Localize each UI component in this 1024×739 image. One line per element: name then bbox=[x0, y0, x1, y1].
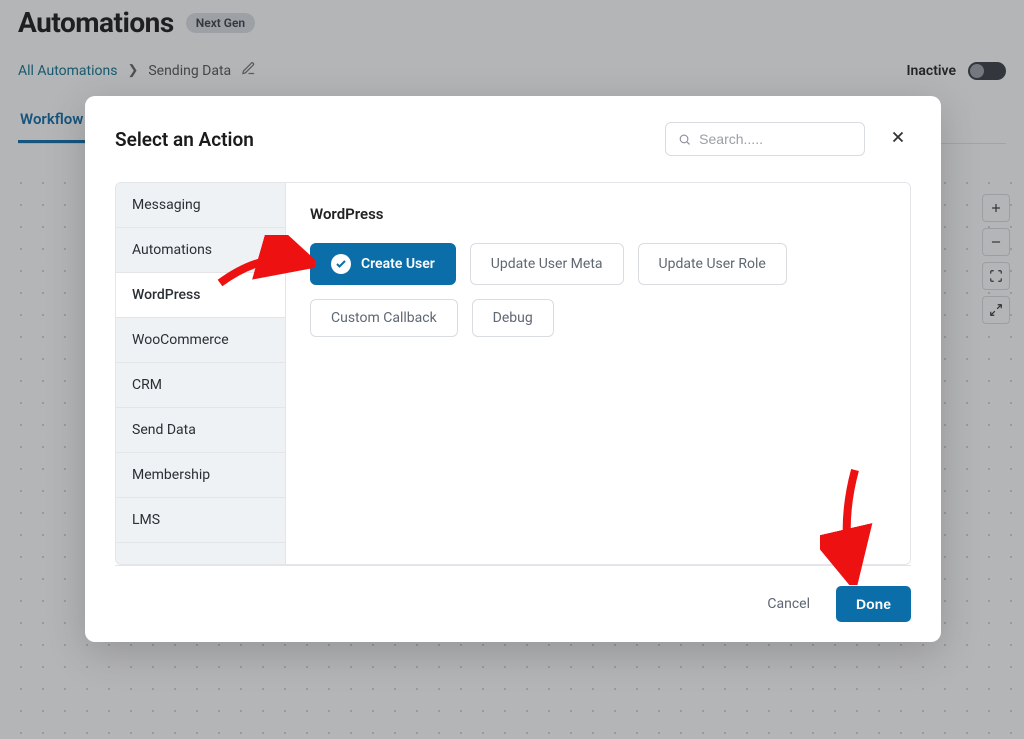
close-button[interactable] bbox=[885, 124, 911, 154]
select-action-modal: Select an Action MessagingAutomationsWor… bbox=[85, 96, 941, 642]
category-item[interactable]: Membership bbox=[116, 453, 285, 498]
action-option[interactable]: Update User Role bbox=[638, 243, 787, 285]
category-item[interactable]: Messaging bbox=[116, 183, 285, 228]
search-input-wrapper[interactable] bbox=[665, 122, 865, 156]
action-option[interactable]: Debug bbox=[472, 299, 554, 337]
done-button[interactable]: Done bbox=[836, 586, 911, 622]
category-item[interactable]: WooCommerce bbox=[116, 318, 285, 363]
close-icon bbox=[889, 128, 907, 146]
check-icon bbox=[331, 254, 351, 274]
category-item[interactable]: WordPress bbox=[116, 273, 285, 318]
action-option-label: Create User bbox=[361, 256, 435, 272]
action-option[interactable]: Update User Meta bbox=[470, 243, 624, 285]
category-list: MessagingAutomationsWordPressWooCommerce… bbox=[116, 183, 286, 564]
category-item[interactable]: LMS bbox=[116, 498, 285, 543]
action-option-label: Debug bbox=[493, 310, 533, 326]
action-option[interactable]: Create User bbox=[310, 243, 456, 285]
category-item[interactable]: Send Data bbox=[116, 408, 285, 453]
category-item[interactable]: CRM bbox=[116, 363, 285, 408]
search-icon bbox=[678, 132, 691, 147]
action-option-label: Update User Meta bbox=[491, 256, 603, 272]
action-option-label: Custom Callback bbox=[331, 310, 437, 326]
action-section-heading: WordPress bbox=[310, 205, 886, 223]
action-option-label: Update User Role bbox=[659, 256, 766, 272]
cancel-button[interactable]: Cancel bbox=[759, 590, 818, 618]
action-option[interactable]: Custom Callback bbox=[310, 299, 458, 337]
action-options: Create User Update User Meta Update User R… bbox=[310, 243, 886, 337]
modal-title: Select an Action bbox=[115, 128, 254, 151]
search-input[interactable] bbox=[699, 131, 852, 147]
category-item[interactable]: Automations bbox=[116, 228, 285, 273]
